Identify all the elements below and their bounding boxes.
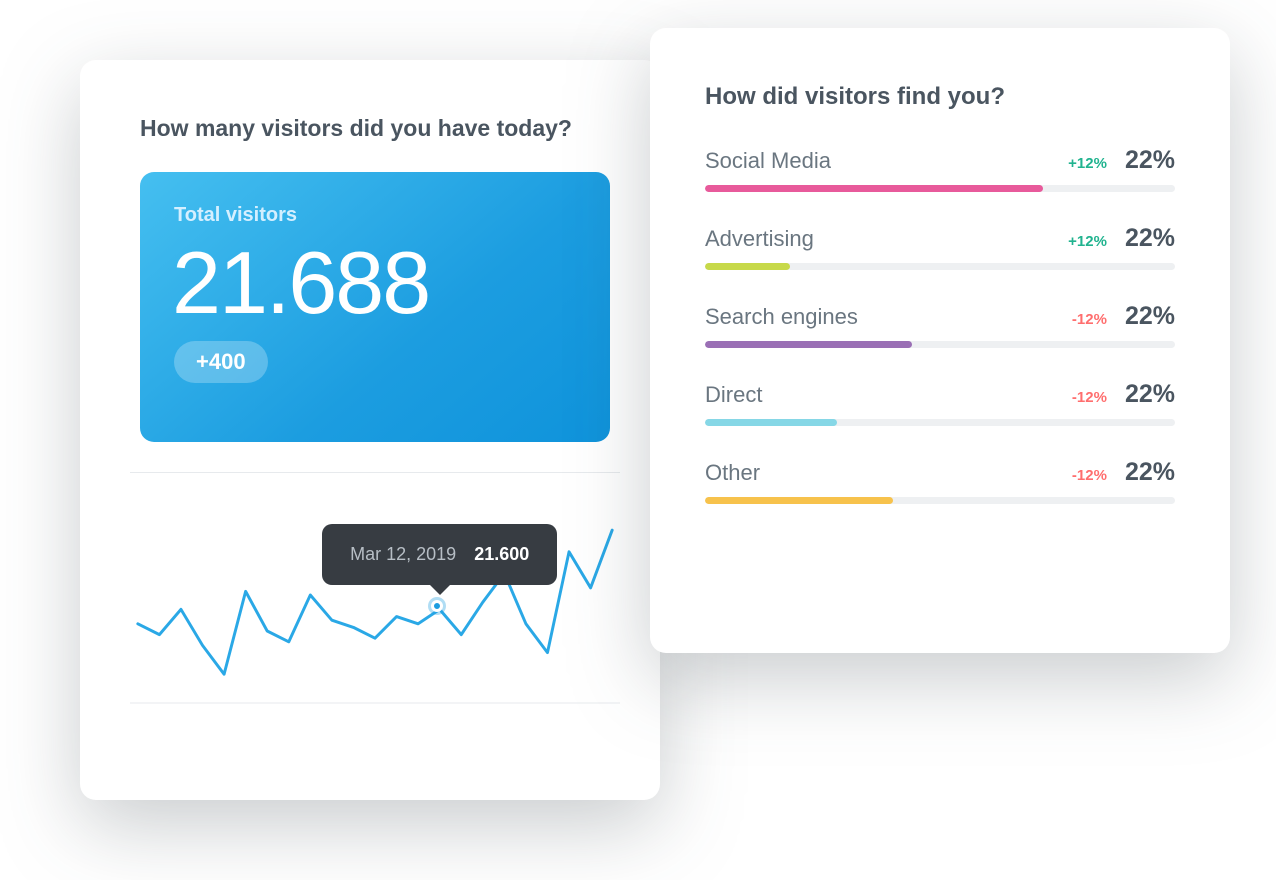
source-pct: 22%: [1125, 224, 1175, 253]
sources-title: How did visitors find you?: [705, 83, 1175, 111]
source-bar-fill: [705, 185, 1043, 192]
source-bar-track: [705, 341, 1175, 348]
tile-delta-badge: +400: [174, 341, 268, 383]
source-bar-fill: [705, 263, 790, 270]
total-visitors-tile: Total visitors 21.688 +400: [140, 172, 610, 442]
source-name: Other: [705, 460, 1072, 486]
source-bar-track: [705, 497, 1175, 504]
sources-card: How did visitors find you? Social Media+…: [650, 28, 1230, 653]
divider: [130, 472, 620, 473]
source-delta: -12%: [1072, 467, 1107, 484]
source-delta: +12%: [1068, 233, 1107, 250]
source-name: Advertising: [705, 226, 1068, 252]
source-bar-fill: [705, 341, 912, 348]
tooltip-date: Mar 12, 2019: [350, 544, 456, 564]
source-row: Other-12% 22%: [705, 458, 1175, 504]
source-name: Search engines: [705, 304, 1072, 330]
tooltip-value: 21.600: [474, 544, 529, 564]
source-delta: +12%: [1068, 155, 1107, 172]
visitors-card: How many visitors did you have today? To…: [80, 60, 660, 800]
source-pct: 22%: [1125, 458, 1175, 487]
source-row: Search engines-12% 22%: [705, 302, 1175, 348]
source-row: Social Media+12% 22%: [705, 146, 1175, 192]
sparkline-highlight-dot: [431, 600, 443, 612]
visitors-title: How many visitors did you have today?: [140, 115, 610, 142]
sparkline-tooltip: Mar 12, 2019 21.600: [322, 524, 557, 585]
tile-label: Total visitors: [174, 204, 576, 227]
tile-value: 21.688: [172, 237, 576, 329]
source-bar-fill: [705, 419, 837, 426]
source-delta: -12%: [1072, 311, 1107, 328]
source-row: Direct-12% 22%: [705, 380, 1175, 426]
source-pct: 22%: [1125, 380, 1175, 409]
source-name: Direct: [705, 382, 1072, 408]
source-row: Advertising+12% 22%: [705, 224, 1175, 270]
source-pct: 22%: [1125, 146, 1175, 175]
source-delta: -12%: [1072, 389, 1107, 406]
source-bar-fill: [705, 497, 893, 504]
source-bar-track: [705, 185, 1175, 192]
visitors-sparkline[interactable]: Mar 12, 2019 21.600: [130, 503, 620, 733]
source-bar-track: [705, 419, 1175, 426]
source-pct: 22%: [1125, 302, 1175, 331]
source-name: Social Media: [705, 148, 1068, 174]
source-bar-track: [705, 263, 1175, 270]
